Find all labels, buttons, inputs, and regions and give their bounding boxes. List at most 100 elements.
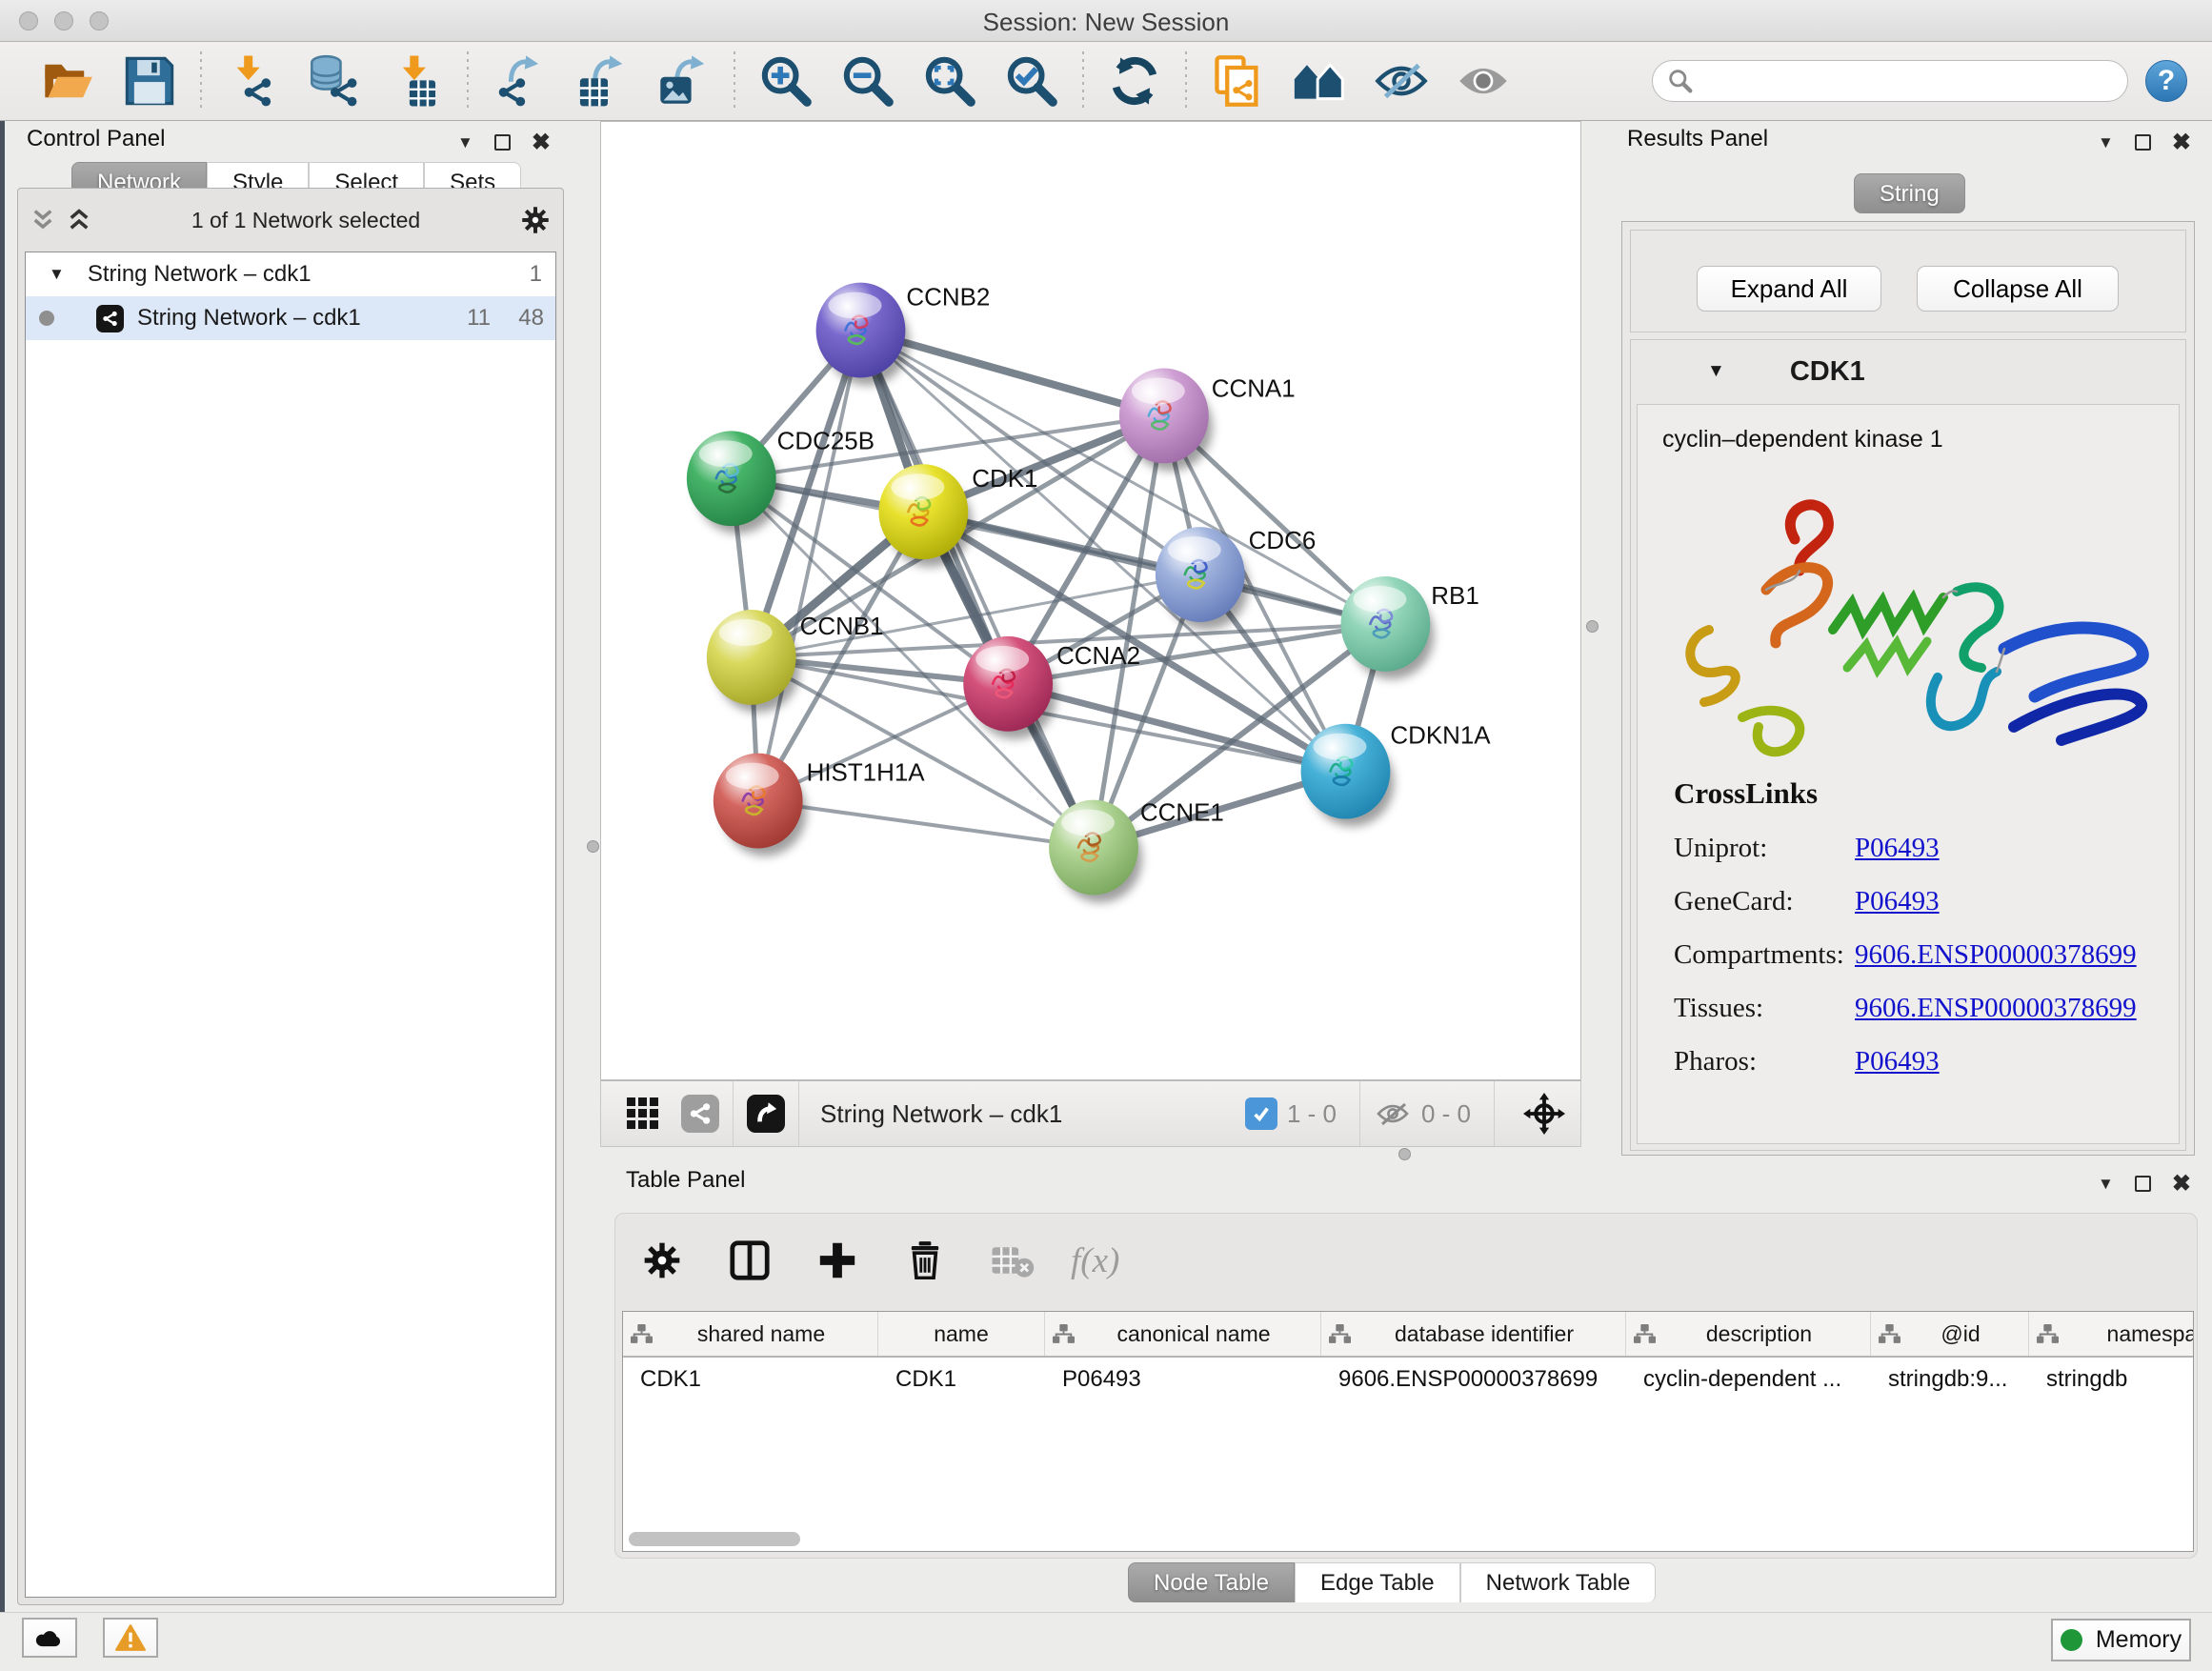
node-label-CCNB2: CCNB2 (906, 285, 990, 312)
section-expander-icon[interactable]: ▼ (1707, 361, 1725, 382)
network-collection-row[interactable]: ▼ String Network – cdk1 1 (26, 252, 555, 296)
tree-expander-icon[interactable]: ▼ (49, 265, 65, 284)
import-table-button[interactable] (375, 50, 457, 111)
toolbar-separator (1082, 51, 1084, 111)
crosslink-link[interactable]: P06493 (1855, 1046, 1940, 1077)
string-network-icon[interactable] (681, 1095, 719, 1133)
save-session-button[interactable] (109, 50, 191, 111)
add-column-button[interactable] (808, 1231, 867, 1290)
expand-all-button[interactable]: Expand All (1697, 266, 1881, 312)
column-header-namespace[interactable]: namespace (2029, 1312, 2194, 1356)
pan-crosshair-icon[interactable] (1523, 1093, 1565, 1135)
tab-node-table[interactable]: Node Table (1128, 1562, 1295, 1602)
zoom-in-button[interactable] (745, 50, 827, 111)
delete-table-button[interactable] (983, 1231, 1042, 1290)
memory-button[interactable]: Memory (2051, 1619, 2191, 1661)
panel-menu-icon[interactable]: ▼ (2098, 133, 2114, 152)
horizontal-scrollbar-thumb[interactable] (629, 1532, 800, 1546)
crosslink-link[interactable]: P06493 (1855, 886, 1940, 917)
results-panel-title: Results Panel (1627, 126, 1768, 152)
cloud-status-button[interactable] (22, 1618, 77, 1658)
panel-menu-icon[interactable]: ▼ (2098, 1175, 2114, 1194)
tab-network-table[interactable]: Network Table (1460, 1562, 1657, 1602)
panel-float-icon[interactable] (2135, 1176, 2151, 1192)
crosslink-link[interactable]: P06493 (1855, 833, 1940, 864)
column-header-name[interactable]: name (878, 1312, 1045, 1356)
table-cell: stringdb (2029, 1358, 2194, 1401)
node-count: 11 (447, 305, 491, 332)
grid-view-icon[interactable] (624, 1095, 662, 1133)
apply-layout-button[interactable] (1094, 50, 1176, 111)
delete-column-button[interactable] (895, 1231, 955, 1290)
help-button[interactable]: ? (2145, 60, 2187, 102)
search-input[interactable] (1702, 68, 2112, 94)
splitter-handle[interactable] (587, 840, 599, 853)
zoom-selected-button[interactable] (991, 50, 1073, 111)
birdseye-view-icon[interactable] (747, 1095, 785, 1133)
column-header-shared-name[interactable]: shared name (623, 1312, 878, 1356)
network-node-HIST1H1A[interactable] (714, 754, 807, 856)
network-node-CDK1[interactable] (878, 464, 972, 567)
export-table-icon (574, 54, 628, 108)
cloud-icon (33, 1626, 66, 1649)
network-node-CCNB2[interactable] (816, 283, 910, 386)
splitter-handle[interactable] (1586, 620, 1599, 633)
column-header-description[interactable]: description (1626, 1312, 1871, 1356)
expand-all-icon[interactable] (68, 208, 90, 232)
network-node-CDC6[interactable] (1156, 527, 1249, 630)
toolbar-separator (467, 51, 469, 111)
column-label: shared name (653, 1321, 870, 1347)
crosslink-label: Tissues: (1674, 993, 1855, 1024)
column-header-canonical-name[interactable]: canonical name (1045, 1312, 1321, 1356)
network-row[interactable]: String Network – cdk1 11 48 (26, 296, 555, 340)
show-all-button[interactable] (1442, 50, 1524, 111)
network-label: String Network – cdk1 (137, 305, 361, 332)
gene-section-header[interactable]: ▼ CDK1 (1631, 340, 2185, 403)
network-node-CCNA1[interactable] (1119, 368, 1213, 471)
table-settings-button[interactable] (633, 1231, 692, 1290)
export-image-button[interactable] (642, 50, 724, 111)
gear-icon[interactable] (521, 206, 550, 234)
selected-checkbox-icon[interactable] (1245, 1097, 1277, 1130)
column-header-database-identifier[interactable]: database identifier (1321, 1312, 1626, 1356)
plus-icon (817, 1240, 857, 1280)
hidden-eye-icon[interactable] (1374, 1100, 1412, 1127)
first-neighbors-button[interactable] (1278, 50, 1360, 111)
network-node-CCNA2[interactable] (963, 636, 1056, 739)
node-table: shared name namecanonical namedatabase id… (622, 1311, 2194, 1552)
panel-menu-icon[interactable]: ▼ (457, 133, 473, 152)
warning-status-button[interactable] (103, 1618, 158, 1658)
panel-close-icon[interactable]: ✖ (2172, 1170, 2191, 1198)
export-network-button[interactable] (478, 50, 560, 111)
function-builder-button[interactable]: f(x) (1071, 1240, 1119, 1281)
tab-edge-table[interactable]: Edge Table (1295, 1562, 1460, 1602)
network-node-RB1[interactable] (1340, 576, 1434, 679)
table-row[interactable]: CDK1CDK1P064939606.ENSP00000378699cyclin… (623, 1358, 2193, 1401)
collapse-all-button[interactable]: Collapse All (1917, 266, 2119, 312)
network-node-CDKN1A[interactable] (1301, 724, 1395, 827)
collapse-all-icon[interactable] (31, 208, 54, 232)
import-network-file-button[interactable] (211, 50, 293, 111)
separator (733, 1081, 734, 1146)
open-session-button[interactable] (27, 50, 109, 111)
table-cell: CDK1 (623, 1358, 878, 1401)
show-columns-button[interactable] (720, 1231, 779, 1290)
zoom-fit-button[interactable] (909, 50, 991, 111)
zoom-out-button[interactable] (827, 50, 909, 111)
tab-string[interactable]: String (1854, 173, 1965, 213)
panel-float-icon[interactable] (2135, 134, 2151, 151)
network-node-CCNE1[interactable] (1049, 800, 1142, 903)
node-label-CCNA2: CCNA2 (1056, 643, 1140, 670)
new-network-selection-button[interactable] (1196, 50, 1278, 111)
panel-float-icon[interactable] (494, 134, 511, 151)
crosslink-link[interactable]: 9606.ENSP00000378699 (1855, 993, 2137, 1024)
import-network-database-button[interactable] (293, 50, 375, 111)
network-canvas[interactable]: CCNB2CCNA1CDC25BCDK1CDC6RB1CCNB1CCNA2CDK… (600, 121, 1581, 1080)
column-header-@id[interactable]: @id (1871, 1312, 2029, 1356)
export-table-button[interactable] (560, 50, 642, 111)
panel-close-icon[interactable]: ✖ (532, 129, 551, 156)
network-node-CDC25B[interactable] (687, 431, 780, 534)
hide-selected-button[interactable] (1360, 50, 1442, 111)
panel-close-icon[interactable]: ✖ (2172, 129, 2191, 156)
crosslink-link[interactable]: 9606.ENSP00000378699 (1855, 939, 2137, 971)
